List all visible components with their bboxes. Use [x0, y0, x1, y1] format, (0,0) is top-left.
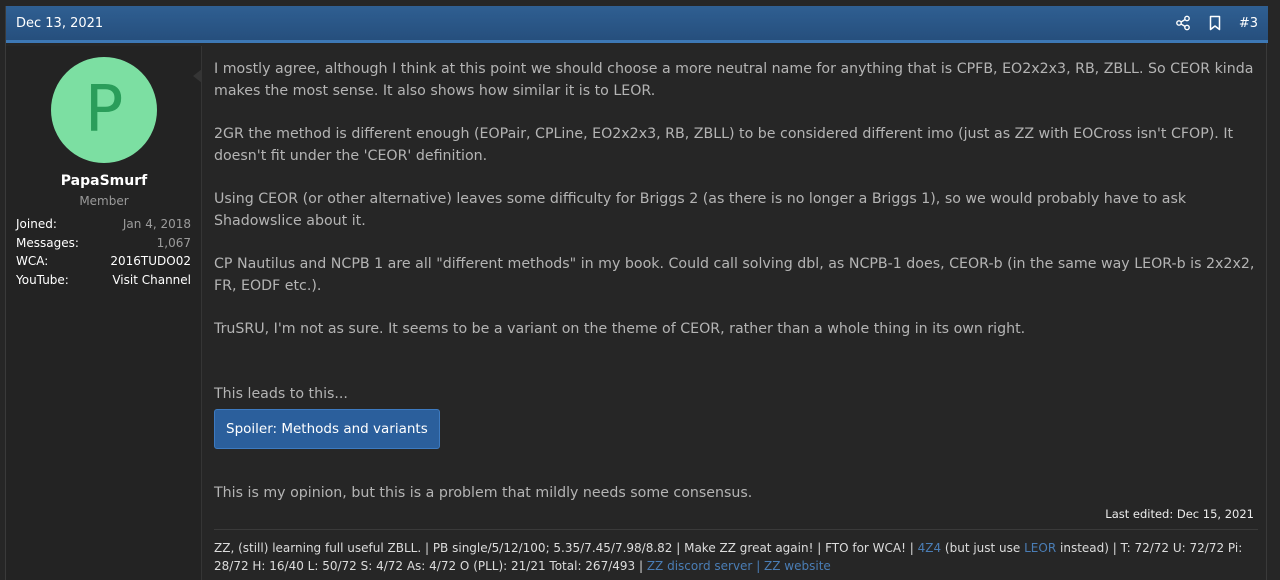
- signature-text: (but just use: [941, 541, 1025, 555]
- paragraph: TruSRU, I'm not as sure. It seems to be …: [214, 321, 1026, 337]
- stat-value[interactable]: 1,067: [157, 234, 191, 253]
- post-date[interactable]: Dec 13, 2021: [16, 16, 103, 31]
- paragraph: This is my opinion, but this is a proble…: [214, 485, 753, 501]
- signature-link-4z4[interactable]: 4Z4: [918, 541, 942, 555]
- stat-value: Jan 4, 2018: [122, 217, 191, 231]
- last-edited: Last edited: Dec 15, 2021: [1105, 507, 1254, 521]
- stat-label: Messages:: [16, 235, 79, 250]
- signature-link-website[interactable]: ZZ website: [764, 559, 831, 573]
- stat-label: YouTube:: [16, 272, 69, 287]
- paragraph: I mostly agree, although I think at this…: [214, 61, 1254, 99]
- signature: ZZ, (still) learning full useful ZBLL. |…: [214, 539, 1259, 575]
- post: Dec 13, 2021 #3 P PapaSmurf Member Joine…: [5, 6, 1268, 580]
- post-actions: #3: [1159, 15, 1258, 31]
- avatar[interactable]: P: [51, 57, 157, 163]
- signature-divider: [214, 529, 1258, 530]
- stat-row-youtube: YouTube: Visit Channel: [16, 271, 191, 290]
- post-header: Dec 13, 2021 #3: [6, 6, 1268, 43]
- paragraph: Using CEOR (or other alternative) leaves…: [214, 191, 1187, 229]
- stat-value-wca-link[interactable]: 2016TUDO02: [110, 252, 191, 271]
- message-arrow: [193, 69, 202, 83]
- stat-row-messages: Messages: 1,067: [16, 234, 191, 253]
- username[interactable]: PapaSmurf: [6, 173, 202, 189]
- paragraph: This leads to this...: [214, 386, 348, 402]
- stat-row-joined: Joined: Jan 4, 2018: [16, 215, 191, 234]
- signature-link-discord[interactable]: ZZ discord server: [647, 559, 753, 573]
- spoiler-button[interactable]: Spoiler: Methods and variants: [214, 409, 440, 449]
- user-title: Member: [79, 194, 129, 208]
- signature-link-leor[interactable]: LEOR: [1024, 541, 1056, 555]
- signature-text: ZZ, (still) learning full useful ZBLL. |…: [214, 541, 918, 555]
- bookmark-icon[interactable]: [1207, 15, 1223, 31]
- share-icon[interactable]: [1175, 15, 1191, 31]
- paragraph: CP Nautilus and NCPB 1 are all "differen…: [214, 256, 1255, 294]
- stat-label: Joined:: [16, 217, 57, 231]
- stat-row-wca: WCA: 2016TUDO02: [16, 252, 191, 271]
- user-stats: Joined: Jan 4, 2018 Messages: 1,067 WCA:…: [16, 215, 191, 289]
- stat-label: WCA:: [16, 254, 49, 268]
- paragraph: 2GR the method is different enough (EOPa…: [214, 126, 1234, 164]
- post-number-link[interactable]: #3: [1239, 16, 1258, 31]
- user-sidebar: P PapaSmurf Member Joined: Jan 4, 2018 M…: [6, 46, 202, 580]
- stat-value-youtube-link[interactable]: Visit Channel: [112, 271, 191, 290]
- signature-separator: |: [752, 559, 765, 573]
